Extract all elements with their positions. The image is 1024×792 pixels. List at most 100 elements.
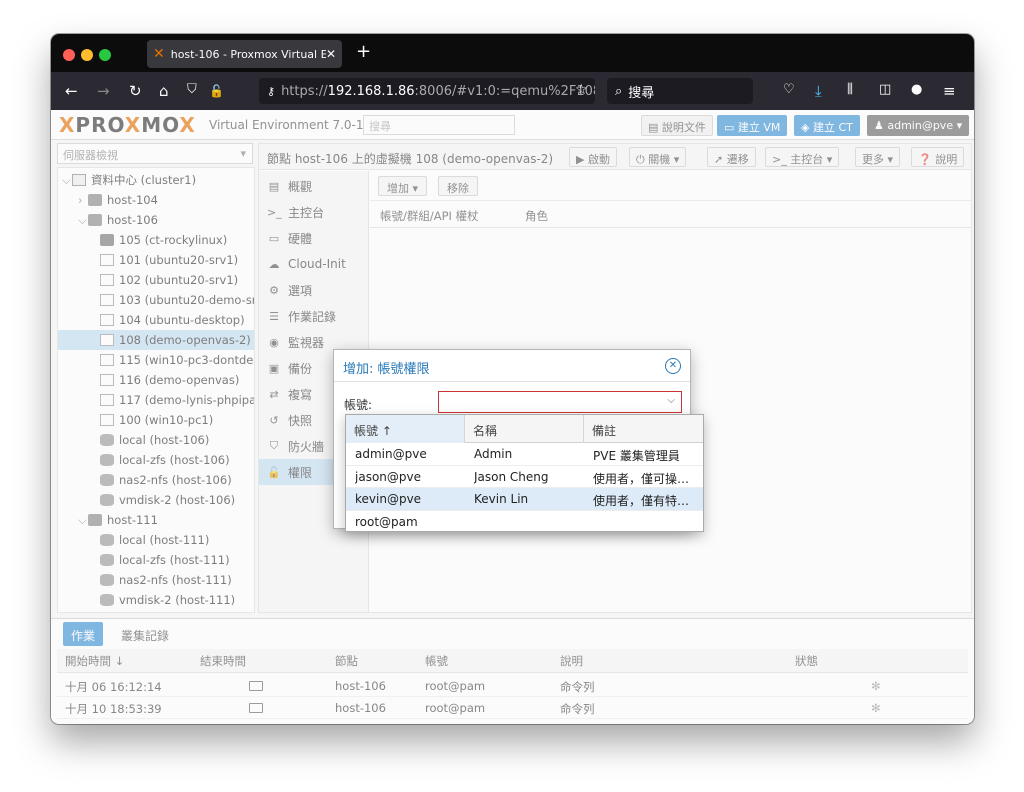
tree-item-storage[interactable]: nas2-nfs (host-111) (58, 570, 254, 590)
column-end-time[interactable]: 結束時間 (200, 653, 246, 669)
tree-item-host-104[interactable]: › host-104 (58, 190, 254, 210)
reload-icon[interactable]: ↻ (129, 82, 142, 100)
tree-item-host-111[interactable]: ⌵ host-111 (58, 510, 254, 530)
task-row[interactable]: 十月 06 16:12:14 host-106 root@pam 命令列 ✻ (57, 675, 968, 697)
menu-options[interactable]: ⚙ 選項 (259, 277, 369, 303)
close-window-button[interactable] (63, 49, 75, 61)
add-permission-button[interactable]: 增加 ▾ (378, 176, 428, 196)
picker-row[interactable]: jason@pve Jason Cheng 使用者，僅可操… (346, 466, 703, 488)
tree-item-vm-101[interactable]: 101 (ubuntu20-srv1) (58, 250, 254, 270)
picker-row-selected[interactable]: kevin@pve Kevin Lin 使用者，僅有特… (346, 488, 703, 511)
chevron-down-icon[interactable]: ⌵ (667, 395, 675, 406)
picker-row[interactable]: root@pam (346, 511, 703, 534)
storage-icon (100, 574, 114, 586)
menu-hardware[interactable]: ▭ 硬體 (259, 225, 369, 251)
account-icon[interactable]: ● (911, 82, 922, 97)
browser-tab[interactable]: ✕ host-106 - Proxmox Virtual Envir... ✕ (147, 40, 342, 68)
tree-item-storage[interactable]: local (host-106) (58, 430, 254, 450)
console-button[interactable]: >_ 主控台 ▾ (765, 147, 840, 167)
row-account: jason@pve (355, 469, 421, 484)
library-icon[interactable]: ⫼ (847, 82, 853, 97)
forward-icon[interactable]: → (97, 82, 110, 100)
docs-button[interactable]: ▤ 說明文件 (641, 115, 713, 136)
tree-item-storage[interactable]: nas2-nfs (host-106) (58, 470, 254, 490)
migrate-button[interactable]: ➚ 遷移 (707, 147, 756, 167)
history-icon: ↺ (269, 413, 279, 427)
tree-item-storage[interactable]: local-zfs (host-106) (58, 450, 254, 470)
tree-item-vm-117[interactable]: 117 (demo-lynis-phpipam (58, 390, 254, 410)
more-button[interactable]: 更多 ▾ (855, 147, 901, 167)
tree-item-host-106[interactable]: ⌵ host-106 (58, 210, 254, 230)
column-description[interactable]: 說明 (560, 653, 583, 669)
tree-item-template-100[interactable]: 100 (win10-pc1) (58, 410, 254, 430)
menu-console[interactable]: >_ 主控台 (259, 199, 369, 225)
tree-item-vm-103[interactable]: 103 (ubuntu20-demo-src) (58, 290, 254, 310)
bookmark-star-icon[interactable]: ☆ (575, 82, 588, 98)
user-menu-button[interactable]: ♟ admin@pve ▾ (867, 115, 969, 136)
content-header: 節點 host-106 上的虛擬機 108 (demo-openvas-2) ▶… (259, 144, 971, 170)
tab-cluster-log[interactable]: 叢集記錄 (113, 622, 177, 646)
account-combobox[interactable]: ⌵ (438, 391, 682, 413)
tree-item-vm-108[interactable]: 108 (demo-openvas-2) (58, 330, 254, 350)
picker-row[interactable]: admin@pve Admin PVE 叢集管理員 (346, 443, 703, 466)
task-row[interactable]: 十月 10 18:53:39 host-106 root@pam 命令列 ✻ (57, 697, 968, 719)
browser-search-box[interactable]: ⌕ 搜尋 (607, 78, 753, 104)
tree-item-vm-116[interactable]: 116 (demo-openvas) (58, 370, 254, 390)
shutdown-button[interactable]: ⏻ 關機 ▾ (629, 147, 687, 167)
desktop-icon: ▭ (268, 231, 280, 245)
download-icon[interactable]: ⤓ (815, 82, 822, 100)
menu-summary[interactable]: ▤ 概觀 (259, 173, 369, 199)
column-account[interactable]: 帳號 ↑ (346, 415, 465, 443)
close-icon[interactable]: ✕ (665, 358, 681, 374)
task-start: 十月 06 16:12:14 (65, 680, 162, 694)
pocket-icon[interactable]: ♡ (783, 82, 795, 97)
datacenter-icon (72, 174, 86, 186)
menu-cloud-init[interactable]: ☁ Cloud-Init (259, 251, 369, 277)
spinner-icon: ✻ (871, 701, 881, 715)
tree-item-storage[interactable]: local-zfs (host-111) (58, 550, 254, 570)
tree-item-storage[interactable]: vmdisk-2 (host-111) (58, 590, 254, 610)
tree-item-storage[interactable]: local (host-111) (58, 530, 254, 550)
tab-tasks[interactable]: 作業 (63, 622, 104, 646)
tree-item-storage[interactable]: vmdisk-2 (host-106) (58, 490, 254, 510)
tree-item-ct-105[interactable]: 105 (ct-rockylinux) (58, 230, 254, 250)
view-selector[interactable]: 伺服器檢視 ▾ (57, 143, 253, 164)
create-ct-button[interactable]: ◈ 建立 CT (794, 115, 860, 136)
column-node[interactable]: 節點 (335, 653, 358, 669)
column-status[interactable]: 狀態 (795, 653, 818, 669)
storage-icon (100, 534, 114, 546)
hamburger-menu-icon[interactable]: ≡ (943, 82, 956, 100)
shield-icon[interactable]: ⛉ (187, 82, 197, 97)
tree-item-datacenter[interactable]: ⌵ 資料中心 (cluster1) (58, 170, 254, 190)
help-button[interactable]: ❓ 說明 (911, 147, 965, 167)
column-user[interactable]: 帳號 (425, 653, 448, 669)
start-button[interactable]: ▶ 啟動 (569, 147, 617, 167)
tree-item-vm-115[interactable]: 115 (win10-pc3-dontdel) (58, 350, 254, 370)
back-icon[interactable]: ← (65, 82, 78, 100)
vm-icon (100, 354, 114, 366)
close-tab-icon[interactable]: ✕ (326, 47, 336, 61)
zoom-window-button[interactable] (99, 49, 111, 61)
tree-item-vm-102[interactable]: 102 (ubuntu20-srv1) (58, 270, 254, 290)
new-tab-button[interactable]: + (356, 41, 371, 62)
column-name[interactable]: 名稱 (465, 415, 584, 443)
column-role[interactable]: 角色 (525, 208, 548, 224)
task-user: root@pam (425, 701, 486, 715)
global-search-input[interactable]: 搜尋 (363, 115, 515, 135)
sidebar-icon[interactable]: ◫ (879, 82, 891, 97)
create-vm-button[interactable]: ▭ 建立 VM (717, 115, 788, 136)
vm-icon (100, 334, 114, 346)
account-picker-dropdown: 帳號 ↑ 名稱 備註 admin@pve Admin PVE 叢集管理員 jas… (345, 414, 704, 532)
column-user-group[interactable]: 帳號/群組/API 權杖 (380, 208, 479, 224)
search-icon: ⌕ (615, 83, 623, 99)
lock-icon[interactable]: 🔓 (209, 84, 224, 98)
url-bar[interactable]: ⚷ https://192.168.1.86:8006/#v1:0:=qemu%… (259, 78, 595, 104)
column-comment[interactable]: 備註 (584, 415, 703, 443)
minimize-window-button[interactable] (81, 49, 93, 61)
column-start-time[interactable]: 開始時間 ↓ (65, 653, 124, 669)
remove-permission-button[interactable]: 移除 (438, 176, 478, 196)
home-icon[interactable]: ⌂ (159, 82, 169, 100)
tree-item-vm-104[interactable]: 104 (ubuntu-desktop) (58, 310, 254, 330)
menu-task-history[interactable]: ☰ 作業記錄 (259, 303, 369, 329)
retweet-icon: ⇄ (269, 387, 279, 401)
